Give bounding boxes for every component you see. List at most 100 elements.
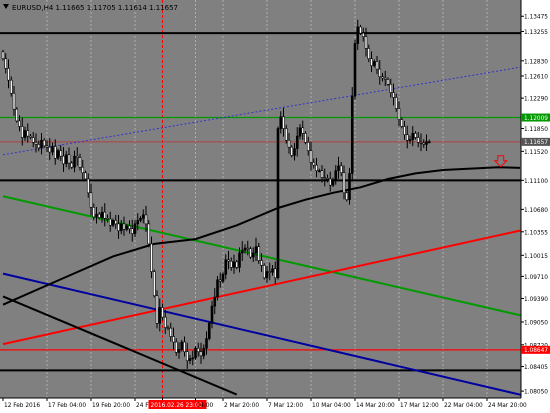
candle-body xyxy=(323,177,327,179)
price-tick-label: 1.13475 xyxy=(524,15,548,21)
time-label: 22 Mar 04:00 xyxy=(444,403,483,409)
candle-body xyxy=(309,150,313,163)
candle-body xyxy=(34,142,38,145)
candle-body xyxy=(103,211,107,219)
price-tick-label: 1.12290 xyxy=(524,97,548,103)
price-tick-label: 1.08050 xyxy=(524,390,548,396)
candle-body xyxy=(18,120,21,127)
candle-body xyxy=(114,220,118,225)
candle-body xyxy=(166,327,170,329)
candle-body xyxy=(337,165,340,171)
time-label: 14 Mar 20:00 xyxy=(356,403,395,409)
candle-body xyxy=(375,61,379,70)
price-tick-label: 1.12830 xyxy=(524,59,548,65)
candle-body xyxy=(150,243,153,272)
candle-body xyxy=(152,271,156,297)
candle-body xyxy=(381,76,384,79)
chart-window[interactable]: 1.13475 1.13255 1.12830 1.12610 1.12290 1.118… xyxy=(0,0,550,413)
candle-body xyxy=(155,295,159,324)
candle-body xyxy=(95,213,98,218)
time-label: 12 Feb 2016 xyxy=(4,403,40,409)
candle-body xyxy=(62,155,65,165)
candle-body xyxy=(174,341,178,353)
candle-body xyxy=(188,358,192,361)
price-tick-label: 1.13255 xyxy=(524,30,548,36)
candle-body xyxy=(249,248,252,258)
candle-body xyxy=(37,144,41,149)
candle-body xyxy=(224,259,228,275)
candle-body xyxy=(257,246,261,261)
candle-body xyxy=(414,133,417,138)
candle-body xyxy=(378,68,382,77)
candle-body xyxy=(100,211,104,218)
candle-body xyxy=(320,170,324,178)
candle-body xyxy=(130,228,134,234)
time-label: 2 Mar 20:00 xyxy=(224,403,259,409)
candle-body xyxy=(342,172,346,194)
candle-body xyxy=(301,127,305,134)
candle-body xyxy=(361,32,365,37)
candle-body xyxy=(290,146,294,156)
time-label: 10 Mar 04:00 xyxy=(312,403,351,409)
candle-body xyxy=(48,146,52,153)
candle-body xyxy=(67,154,71,164)
candle-body xyxy=(40,139,43,149)
candle-body xyxy=(295,135,299,149)
candle-body xyxy=(207,323,211,339)
candle-body xyxy=(422,142,426,145)
candle-body xyxy=(419,142,423,144)
candle-body xyxy=(15,108,19,122)
candle-body xyxy=(254,246,258,254)
time-label: 04:00 xyxy=(197,403,214,409)
candle-body xyxy=(282,116,285,129)
candle-body xyxy=(53,146,57,159)
candle-body xyxy=(81,166,85,174)
candle-body xyxy=(317,170,321,172)
candle-body xyxy=(20,126,24,138)
candle-body xyxy=(213,296,217,307)
candle-body xyxy=(232,261,236,268)
candle-body xyxy=(326,177,329,180)
candle-body xyxy=(293,148,296,156)
candle-body xyxy=(136,220,140,225)
time-label: 24 Mar 20:00 xyxy=(488,403,527,409)
candle-body xyxy=(364,36,368,49)
candle-body xyxy=(185,351,189,361)
candle-body xyxy=(383,77,387,80)
candle-body xyxy=(106,218,109,220)
candle-body xyxy=(238,252,241,268)
candle-body xyxy=(23,130,27,138)
candle-body xyxy=(59,150,63,157)
price-tick-label: 1.11100 xyxy=(524,179,548,185)
candle-body xyxy=(262,265,266,279)
candle-body xyxy=(397,108,401,120)
symbol-info-text: EURUSD,H4 1.11665 1.11705 1.11614 1.1165… xyxy=(12,4,178,12)
candle-body xyxy=(359,26,362,34)
candle-body xyxy=(122,223,126,230)
candle-body xyxy=(400,119,404,127)
candle-body xyxy=(205,338,208,349)
price-tick-label: 1.10355 xyxy=(524,230,548,236)
candle-body xyxy=(218,279,222,282)
candle-body xyxy=(119,223,123,232)
symbol-header: EURUSD,H4 1.11665 1.11705 1.11614 1.1165… xyxy=(3,4,178,12)
candle-body xyxy=(70,162,74,168)
candle-body xyxy=(251,252,255,258)
candle-body xyxy=(279,116,283,129)
candle-body xyxy=(158,307,162,324)
candle-body xyxy=(265,271,269,279)
candle-body xyxy=(392,92,395,98)
candle-body xyxy=(312,162,316,166)
candle-body xyxy=(235,261,239,268)
candle-body xyxy=(92,206,96,218)
price-tick-label: 1.09050 xyxy=(524,320,548,326)
candle-body xyxy=(89,192,93,208)
candle-body xyxy=(229,260,233,268)
candle-body xyxy=(29,135,32,138)
candle-body xyxy=(12,92,16,110)
price-tick-label: 1.11520 xyxy=(524,150,548,156)
price-chart[interactable]: 1.13475 1.13255 1.12830 1.12610 1.12290 1.118… xyxy=(0,0,550,413)
price-tick-label: 1.09390 xyxy=(524,297,548,303)
candle-body xyxy=(78,157,82,168)
price-tick-label: 1.12610 xyxy=(524,75,548,81)
